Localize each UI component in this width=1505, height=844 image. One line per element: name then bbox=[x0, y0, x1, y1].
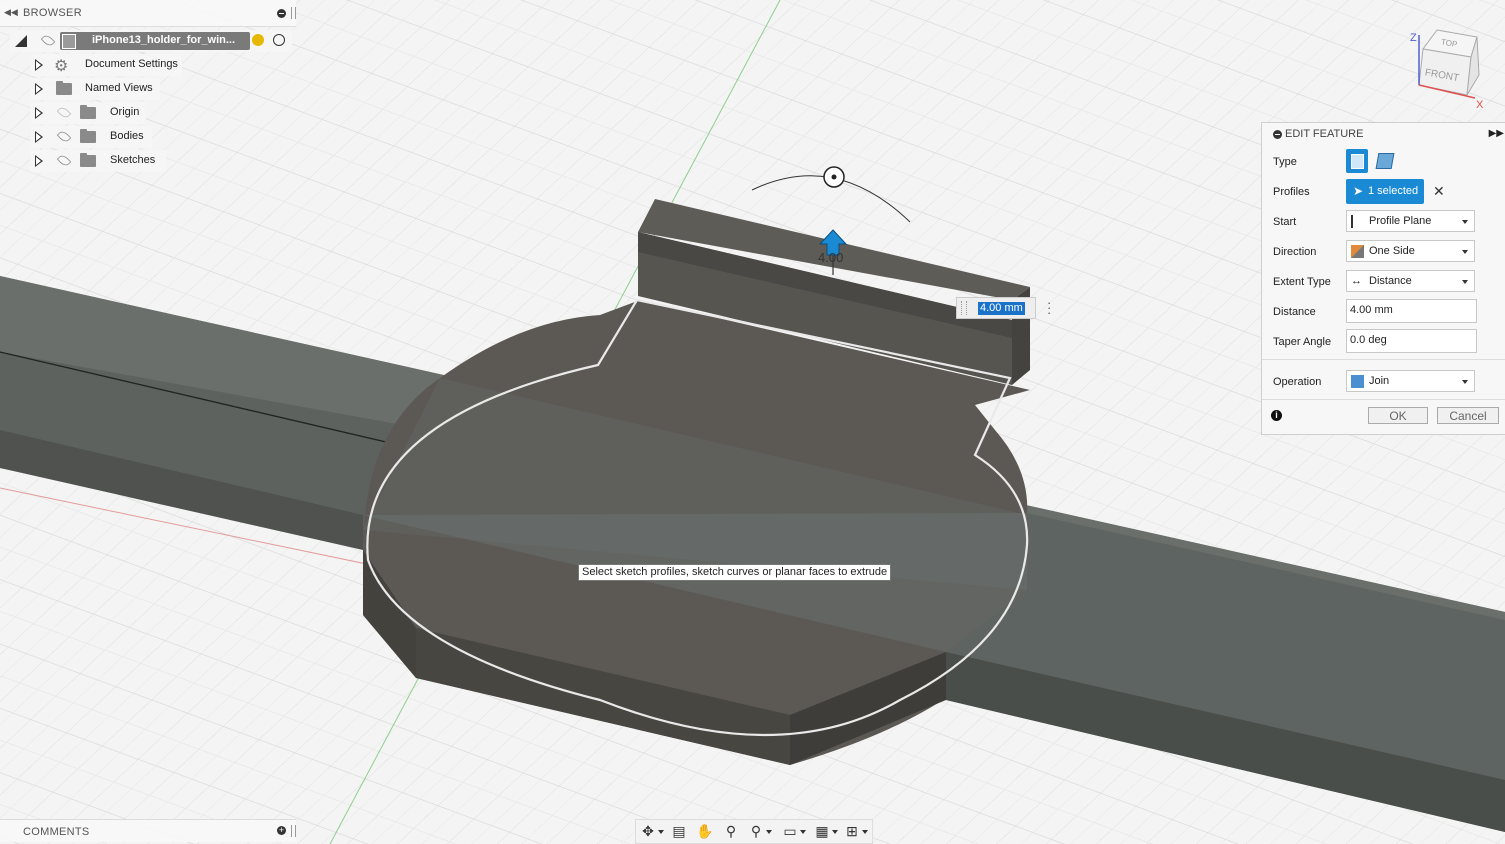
tree-item-label: Named Views bbox=[85, 82, 153, 94]
activate-radio-icon[interactable] bbox=[273, 34, 285, 46]
start-value: Profile Plane bbox=[1369, 215, 1432, 227]
chevron-down-icon bbox=[1462, 220, 1468, 224]
expand-root-icon[interactable] bbox=[15, 35, 27, 47]
navigation-toolbar: ✥ ▤ ✋ ⚲ ⚲ ▭ ▦ ⊞ bbox=[635, 819, 873, 844]
clear-selection-icon[interactable]: ✕ bbox=[1433, 183, 1445, 200]
tree-item-label: Sketches bbox=[110, 154, 156, 166]
operation-label: Operation bbox=[1273, 376, 1322, 388]
type-label: Type bbox=[1273, 156, 1297, 168]
distance-label: Distance bbox=[1273, 306, 1316, 318]
expand-icon[interactable] bbox=[35, 59, 43, 71]
component-icon bbox=[62, 34, 76, 49]
distance-manipulator-value[interactable]: 4.00 mm bbox=[978, 302, 1025, 315]
expand-icon[interactable] bbox=[35, 83, 43, 95]
document-name[interactable]: iPhone13_holder_for_win... bbox=[92, 34, 235, 46]
start-dropdown[interactable]: Profile Plane bbox=[1346, 210, 1475, 232]
z-axis-label: Z bbox=[1410, 32, 1417, 44]
collapse-icon[interactable]: ◀◀ bbox=[4, 7, 18, 18]
edit-feature-dialog: EDIT FEATURE ▶▶ Type Profiles ➤ 1 select… bbox=[1261, 122, 1505, 435]
direction-label: Direction bbox=[1273, 246, 1317, 258]
browser-title: BROWSER bbox=[23, 7, 82, 19]
expand-icon[interactable] bbox=[35, 107, 43, 119]
cancel-button[interactable]: Cancel bbox=[1437, 407, 1499, 424]
panel-grip[interactable] bbox=[291, 7, 296, 19]
minimize-icon[interactable] bbox=[277, 9, 286, 18]
folder-icon bbox=[80, 105, 96, 119]
join-icon bbox=[1351, 375, 1364, 388]
extent-type-value: Distance bbox=[1369, 275, 1412, 287]
display-settings-icon[interactable]: ▭ bbox=[781, 823, 806, 839]
distance-input[interactable]: 4.00 mm bbox=[1346, 299, 1477, 323]
comments-panel-header: COMMENTS + bbox=[0, 819, 296, 842]
document-root-row[interactable]: iPhone13_holder_for_win... bbox=[10, 30, 292, 52]
chevron-down-icon bbox=[1462, 280, 1468, 284]
add-comment-icon[interactable]: + bbox=[277, 826, 286, 835]
type-surface-button[interactable] bbox=[1375, 153, 1395, 169]
look-at-icon[interactable]: ▤ bbox=[670, 823, 688, 839]
dimension-label: 4.00 bbox=[818, 250, 843, 265]
divider bbox=[1262, 399, 1505, 400]
panel-grip[interactable] bbox=[291, 825, 296, 837]
more-options-icon[interactable]: · · · bbox=[1047, 296, 1051, 319]
browser-panel-header: ◀◀ BROWSER bbox=[0, 0, 296, 27]
tree-item-bodies[interactable]: Bodies bbox=[30, 126, 152, 148]
folder-icon bbox=[56, 81, 72, 95]
visibility-eye-icon[interactable] bbox=[40, 33, 56, 48]
start-label: Start bbox=[1273, 216, 1297, 228]
collapse-dialog-icon[interactable] bbox=[1273, 130, 1282, 139]
divider bbox=[1262, 359, 1505, 360]
operation-dropdown[interactable]: Join bbox=[1346, 370, 1475, 392]
profiles-value: 1 selected bbox=[1368, 185, 1419, 197]
info-icon[interactable]: i bbox=[1271, 410, 1282, 421]
drag-grip-icon[interactable] bbox=[961, 301, 967, 315]
hidden-eye-icon[interactable] bbox=[56, 105, 72, 120]
taper-angle-label: Taper Angle bbox=[1273, 336, 1332, 348]
tree-item-label: Bodies bbox=[110, 130, 144, 142]
tree-item-document-settings[interactable]: ⚙ Document Settings bbox=[30, 54, 182, 76]
visibility-eye-icon[interactable] bbox=[56, 129, 72, 144]
x-axis-label: X bbox=[1476, 99, 1484, 110]
profile-plane-icon bbox=[1351, 215, 1366, 228]
dialog-title: EDIT FEATURE bbox=[1285, 128, 1364, 140]
folder-icon bbox=[80, 153, 96, 167]
visibility-eye-icon[interactable] bbox=[56, 153, 72, 168]
comments-title: COMMENTS bbox=[23, 826, 90, 838]
viewcube[interactable]: TOP FRONT Z X bbox=[1405, 25, 1505, 110]
extent-type-dropdown[interactable]: ↔ Distance bbox=[1346, 270, 1475, 292]
expand-dialog-icon[interactable]: ▶▶ bbox=[1489, 128, 1504, 139]
profiles-selection-button[interactable]: ➤ 1 selected bbox=[1346, 179, 1424, 204]
expand-icon[interactable] bbox=[35, 131, 43, 143]
folder-icon bbox=[80, 129, 96, 143]
grid-settings-icon[interactable]: ▦ bbox=[813, 823, 838, 839]
direction-dropdown[interactable]: One Side bbox=[1346, 240, 1475, 262]
distance-icon: ↔ bbox=[1351, 275, 1362, 287]
fit-icon[interactable]: ⚲ bbox=[747, 823, 772, 839]
tree-item-sketches[interactable]: Sketches bbox=[30, 150, 166, 172]
zoom-icon[interactable]: ⚲ bbox=[722, 823, 740, 839]
one-side-icon bbox=[1351, 245, 1364, 258]
pan-icon[interactable]: ✋ bbox=[696, 823, 714, 839]
viewports-icon[interactable]: ⊞ bbox=[843, 823, 868, 839]
tree-item-label: Document Settings bbox=[85, 58, 178, 70]
chevron-down-icon bbox=[1462, 250, 1468, 254]
orbit-icon[interactable]: ✥ bbox=[639, 823, 664, 839]
type-solid-button[interactable] bbox=[1346, 149, 1368, 173]
chevron-down-icon bbox=[1462, 380, 1468, 384]
direction-value: One Side bbox=[1369, 245, 1415, 257]
tree-item-label: Origin bbox=[110, 106, 140, 118]
distance-manipulator-input[interactable]: 4.00 mm bbox=[956, 297, 1036, 319]
tree-item-origin[interactable]: Origin bbox=[30, 102, 146, 124]
gear-icon: ⚙ bbox=[54, 58, 69, 75]
taper-angle-input[interactable]: 0.0 deg bbox=[1346, 329, 1477, 353]
extent-type-label: Extent Type bbox=[1273, 276, 1331, 288]
solid-icon bbox=[1351, 154, 1364, 169]
operation-value: Join bbox=[1369, 375, 1390, 387]
cursor-arrow-icon: ➤ bbox=[1353, 184, 1364, 198]
tree-item-named-views[interactable]: Named Views bbox=[30, 78, 160, 100]
ok-button[interactable]: OK bbox=[1368, 407, 1428, 424]
selection-tooltip: Select sketch profiles, sketch curves or… bbox=[578, 564, 892, 581]
expand-icon[interactable] bbox=[35, 155, 43, 167]
profiles-label: Profiles bbox=[1273, 186, 1310, 198]
link-badge-icon bbox=[252, 34, 264, 46]
